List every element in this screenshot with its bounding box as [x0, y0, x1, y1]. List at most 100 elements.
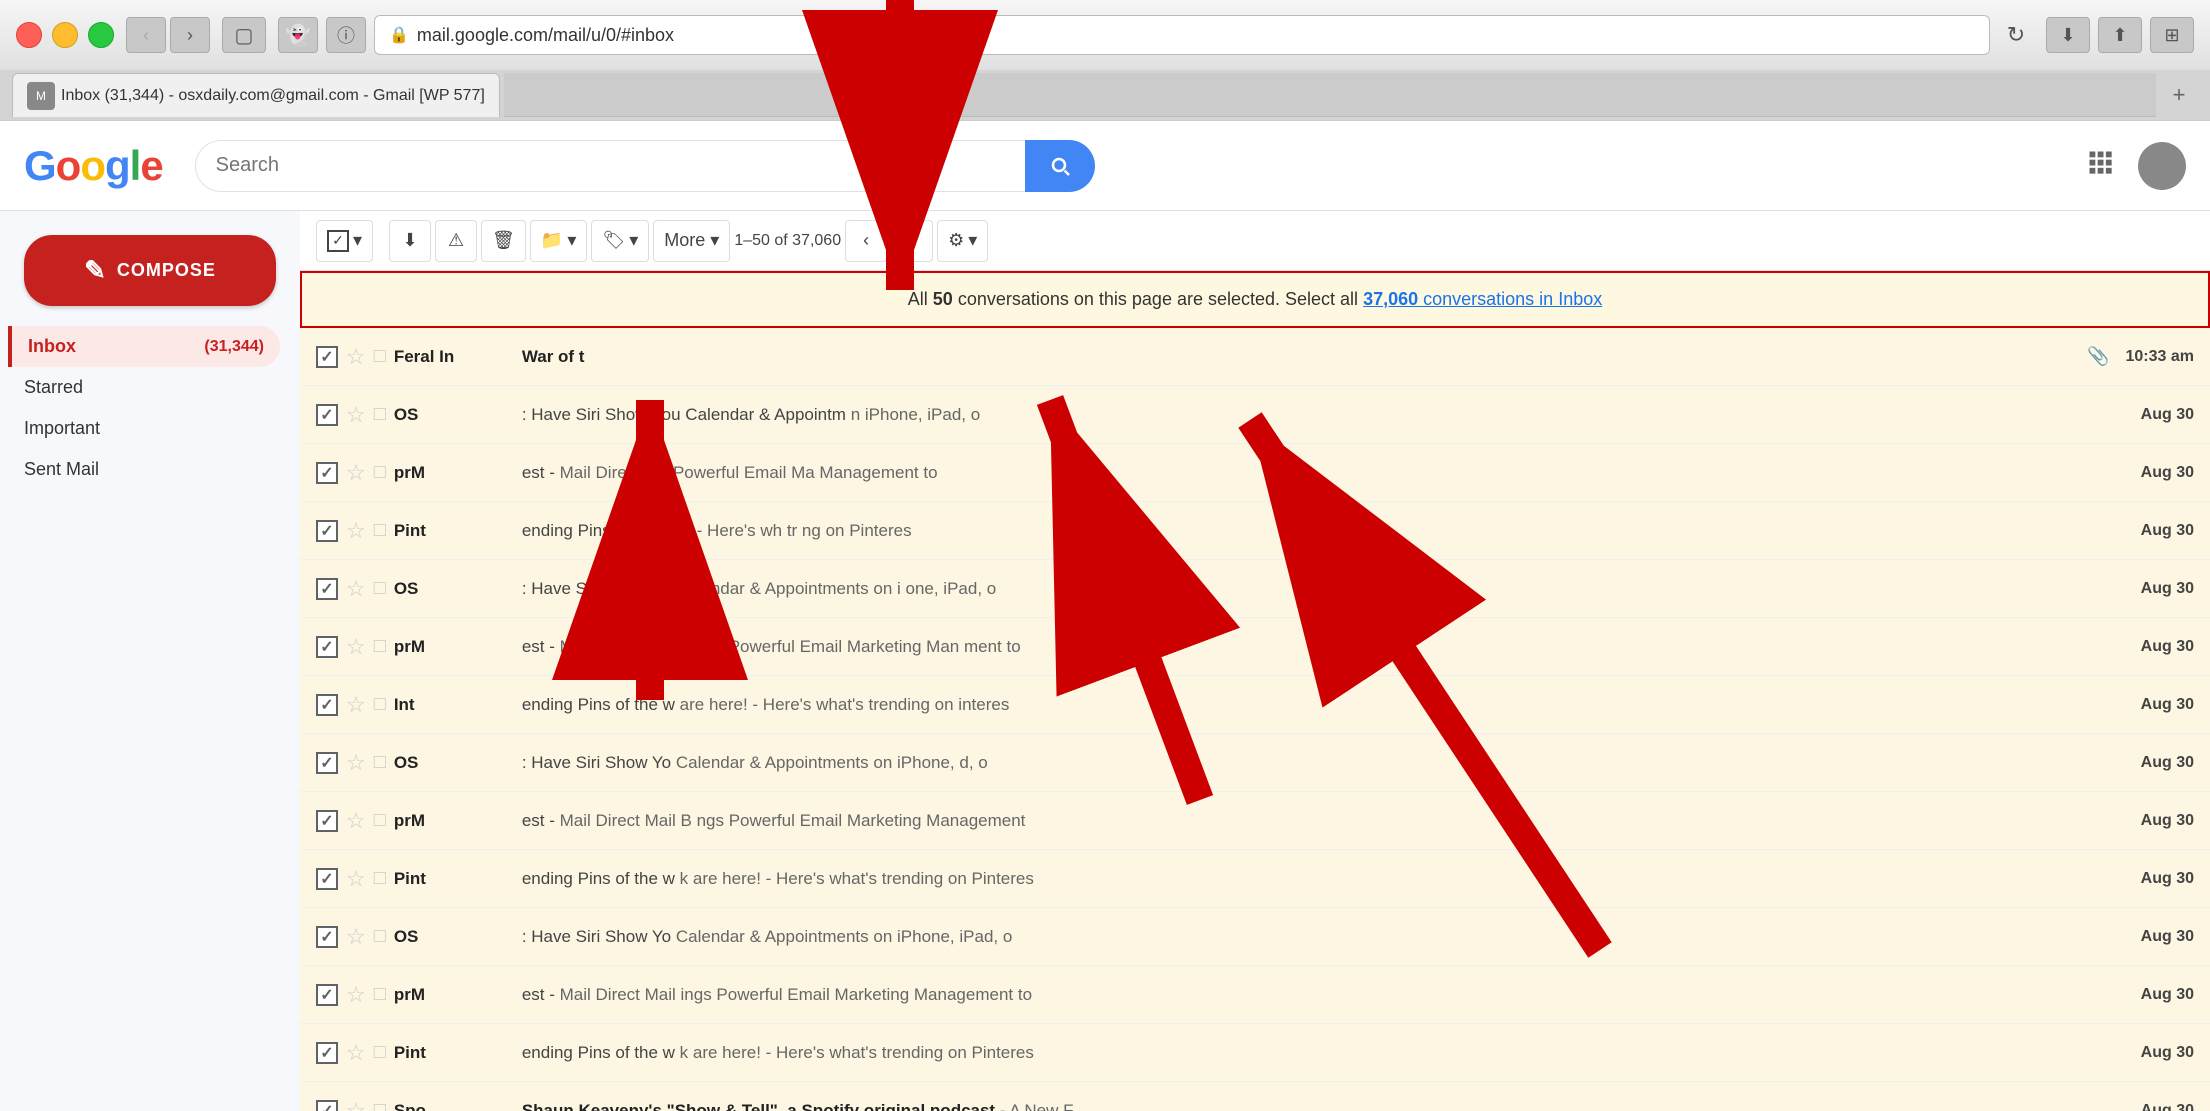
email-row[interactable]: ✓ ☆ □ Feral In War of t 📎 10:33 am	[300, 328, 2210, 386]
email-checkbox[interactable]: ✓	[316, 984, 338, 1006]
email-checkbox[interactable]: ✓	[316, 520, 338, 542]
tab-favicon: M	[27, 82, 55, 110]
tag-icon[interactable]: □	[374, 403, 386, 426]
prev-page-button[interactable]: ‹	[845, 220, 887, 262]
email-checkbox[interactable]: ✓	[316, 694, 338, 716]
tag-icon[interactable]: □	[374, 1099, 386, 1111]
star-icon[interactable]: ☆	[346, 924, 366, 950]
back-button[interactable]: ‹	[126, 17, 166, 53]
email-row[interactable]: ✓ ☆ □ OS : Have Siri Show Yo Calendar & …	[300, 908, 2210, 966]
checkmark-icon: ✓	[320, 869, 333, 889]
star-icon[interactable]: ☆	[346, 576, 366, 602]
star-icon[interactable]: ☆	[346, 402, 366, 428]
search-input[interactable]	[195, 140, 1025, 192]
delete-button[interactable]: 🗑	[481, 220, 526, 262]
active-tab[interactable]: M Inbox (31,344) - osxdaily.com@gmail.co…	[12, 73, 500, 117]
email-checkbox[interactable]: ✓	[316, 462, 338, 484]
user-avatar[interactable]	[2138, 142, 2186, 190]
email-row[interactable]: ✓ ☆ □ Int ending Pins of the w are here!…	[300, 676, 2210, 734]
email-checkbox[interactable]: ✓	[316, 346, 338, 368]
move-to-button[interactable]: 📁 ▾	[530, 220, 587, 262]
archive-button[interactable]: ⬇	[389, 220, 431, 262]
new-tab-icon-button[interactable]: +	[2160, 76, 2198, 114]
tag-icon[interactable]: □	[374, 519, 386, 542]
label-button[interactable]: 🏷 ▾	[591, 220, 649, 262]
spam-button[interactable]: ⚠	[435, 220, 477, 262]
tag-icon[interactable]: □	[374, 693, 386, 716]
forward-button[interactable]: ›	[170, 17, 210, 53]
info-button[interactable]: ⓘ	[326, 17, 366, 53]
sidebar-item-important[interactable]: Important	[8, 408, 280, 449]
email-sender: OS	[394, 753, 514, 773]
tag-icon[interactable]: □	[374, 635, 386, 658]
download-button[interactable]: ⬇	[2046, 17, 2090, 53]
email-checkbox[interactable]: ✓	[316, 1100, 338, 1111]
email-row[interactable]: ✓ ☆ □ OS : Have Siri Show Yo Calendar & …	[300, 734, 2210, 792]
star-icon[interactable]: ☆	[346, 750, 366, 776]
ghost-extension-icon[interactable]: 👻	[278, 17, 318, 53]
browser-actions: ⬇ ⬆ ⊞	[2046, 17, 2194, 53]
star-icon[interactable]: ☆	[346, 808, 366, 834]
email-checkbox[interactable]: ✓	[316, 810, 338, 832]
close-window-button[interactable]	[16, 22, 42, 48]
folder-icon: 📁	[541, 230, 563, 251]
next-page-button[interactable]: ›	[891, 220, 933, 262]
tag-icon[interactable]: □	[374, 1041, 386, 1064]
star-icon[interactable]: ☆	[346, 460, 366, 486]
email-row[interactable]: ✓ ☆ □ Pint ending Pins of the w k are he…	[300, 1024, 2210, 1082]
email-checkbox[interactable]: ✓	[316, 926, 338, 948]
star-icon[interactable]: ☆	[346, 518, 366, 544]
select-all-button[interactable]: ✓ ▾	[316, 220, 373, 262]
tag-icon[interactable]: □	[374, 577, 386, 600]
minimize-window-button[interactable]	[52, 22, 78, 48]
more-button[interactable]: More ▾	[653, 220, 730, 262]
sidebar-item-inbox[interactable]: Inbox (31,344)	[8, 326, 280, 367]
maximize-window-button[interactable]	[88, 22, 114, 48]
address-bar[interactable]: 🔒 mail.google.com/mail/u/0/#inbox	[374, 15, 1990, 55]
tag-icon[interactable]: □	[374, 867, 386, 890]
email-row[interactable]: ✓ ☆ □ OS : Have Siri Show You Calendar &…	[300, 386, 2210, 444]
star-icon[interactable]: ☆	[346, 1098, 366, 1111]
star-icon[interactable]: ☆	[346, 866, 366, 892]
settings-button[interactable]: ⚙ ▾	[937, 220, 988, 262]
email-row[interactable]: ✓ ☆ □ OS : Have Siri Show Yo Calendar & …	[300, 560, 2210, 618]
google-logo: Google	[24, 142, 163, 190]
tag-icon[interactable]: □	[374, 751, 386, 774]
share-button[interactable]: ⬆	[2098, 17, 2142, 53]
sidebar-item-starred[interactable]: Starred	[8, 367, 280, 408]
star-icon[interactable]: ☆	[346, 344, 366, 370]
star-icon[interactable]: ☆	[346, 982, 366, 1008]
select-all-conversations-link[interactable]: 37,060 conversations in Inbox	[1363, 289, 1602, 309]
tab-view-button[interactable]: ▢	[222, 17, 266, 53]
email-row[interactable]: ✓ ☆ □ prM est - Mail Direct Mail B ngs P…	[300, 792, 2210, 850]
email-checkbox[interactable]: ✓	[316, 752, 338, 774]
email-row[interactable]: ✓ ☆ □ prM est - Mail Direct Ma Powerful …	[300, 444, 2210, 502]
email-checkbox[interactable]: ✓	[316, 404, 338, 426]
search-button[interactable]	[1025, 140, 1095, 192]
tag-icon[interactable]: □	[374, 983, 386, 1006]
tag-icon[interactable]: □	[374, 809, 386, 832]
email-subject: ending Pins of th here! - Here's wh tr n…	[522, 521, 2125, 541]
reload-button[interactable]: ↻	[1998, 17, 2034, 53]
star-icon[interactable]: ☆	[346, 1040, 366, 1066]
email-checkbox[interactable]: ✓	[316, 578, 338, 600]
apps-grid-icon[interactable]	[2078, 140, 2122, 191]
tag-icon[interactable]: □	[374, 925, 386, 948]
compose-button[interactable]: ✎ COMPOSE	[24, 235, 276, 306]
email-row[interactable]: ✓ ☆ □ prM est - Mail Direct Mail B ngs P…	[300, 618, 2210, 676]
tag-icon[interactable]: □	[374, 461, 386, 484]
email-checkbox[interactable]: ✓	[316, 868, 338, 890]
email-row[interactable]: ✓ ☆ □ Pint ending Pins of the w k are he…	[300, 850, 2210, 908]
tag-icon[interactable]: □	[374, 345, 386, 368]
sidebar-item-sent[interactable]: Sent Mail	[8, 449, 280, 490]
email-checkbox[interactable]: ✓	[316, 636, 338, 658]
star-icon[interactable]: ☆	[346, 634, 366, 660]
email-row[interactable]: ✓ ☆ □ Spo Shaun Keaveny's "Show & Tell",…	[300, 1082, 2210, 1111]
dropdown-arrow: ▾	[353, 230, 362, 251]
email-row[interactable]: ✓ ☆ □ prM est - Mail Direct Mail ings Po…	[300, 966, 2210, 1024]
email-checkbox[interactable]: ✓	[316, 1042, 338, 1064]
star-icon[interactable]: ☆	[346, 692, 366, 718]
email-row[interactable]: ✓ ☆ □ Pint ending Pins of th here! - Her…	[300, 502, 2210, 560]
new-tab-button[interactable]: ⊞	[2150, 17, 2194, 53]
email-date: Aug 30	[2141, 522, 2194, 540]
